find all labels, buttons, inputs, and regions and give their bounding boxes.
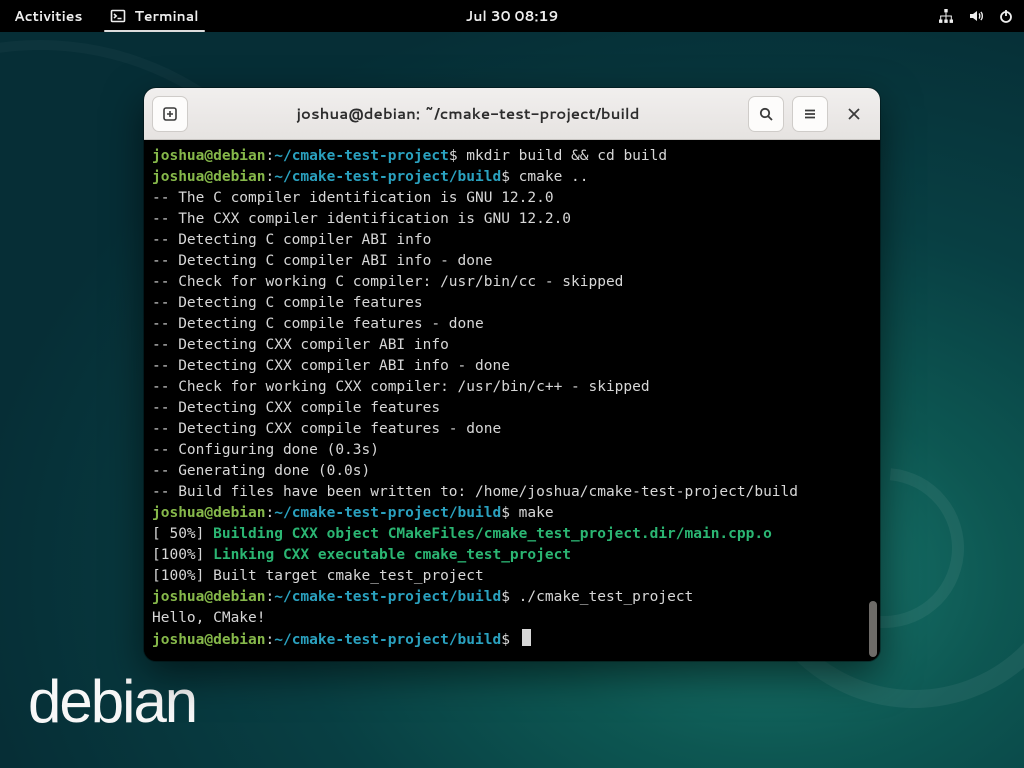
gnome-topbar: Activities Terminal Jul 30 08:19 bbox=[0, 0, 1024, 32]
hamburger-menu-button[interactable] bbox=[792, 96, 828, 132]
network-icon[interactable] bbox=[938, 8, 954, 24]
window-titlebar[interactable]: joshua@debian: ~/cmake-test-project/buil… bbox=[144, 88, 880, 140]
terminal-line: -- Detecting CXX compile features bbox=[146, 398, 878, 419]
terminal-line: [100%] Linking CXX executable cmake_test… bbox=[146, 545, 878, 566]
terminal-line: -- Detecting C compile features bbox=[146, 293, 878, 314]
activities-button[interactable]: Activities bbox=[0, 0, 96, 32]
terminal-line: joshua@debian:~/cmake-test-project/build… bbox=[146, 629, 878, 651]
scrollbar-thumb[interactable] bbox=[869, 601, 877, 657]
terminal-line: -- Generating done (0.0s) bbox=[146, 461, 878, 482]
terminal-line: -- The CXX compiler identification is GN… bbox=[146, 209, 878, 230]
terminal-body[interactable]: joshua@debian:~/cmake-test-project$ mkdi… bbox=[144, 140, 880, 661]
terminal-line: joshua@debian:~/cmake-test-project/build… bbox=[146, 587, 878, 608]
terminal-line: -- Detecting CXX compiler ABI info bbox=[146, 335, 878, 356]
terminal-icon bbox=[110, 8, 126, 24]
terminal-line: -- Check for working C compiler: /usr/bi… bbox=[146, 272, 878, 293]
terminal-line: joshua@debian:~/cmake-test-project/build… bbox=[146, 503, 878, 524]
terminal-window: joshua@debian: ~/cmake-test-project/buil… bbox=[144, 88, 880, 661]
terminal-line: -- Detecting C compiler ABI info bbox=[146, 230, 878, 251]
window-title: joshua@debian: ~/cmake-test-project/buil… bbox=[196, 103, 740, 124]
terminal-line: -- Detecting C compiler ABI info - done bbox=[146, 251, 878, 272]
topbar-app-menu[interactable]: Terminal bbox=[96, 0, 212, 32]
topbar-app-label: Terminal bbox=[134, 6, 198, 26]
terminal-line: -- The C compiler identification is GNU … bbox=[146, 188, 878, 209]
debian-wordmark: debian bbox=[28, 667, 196, 736]
terminal-line: [100%] Built target cmake_test_project bbox=[146, 566, 878, 587]
terminal-line: -- Detecting CXX compile features - done bbox=[146, 419, 878, 440]
new-tab-button[interactable] bbox=[152, 96, 188, 132]
topbar-clock[interactable]: Jul 30 08:19 bbox=[466, 6, 559, 26]
close-button[interactable] bbox=[836, 96, 872, 132]
cursor bbox=[522, 629, 531, 646]
terminal-line: -- Check for working CXX compiler: /usr/… bbox=[146, 377, 878, 398]
terminal-line: Hello, CMake! bbox=[146, 608, 878, 629]
terminal-line: -- Detecting C compile features - done bbox=[146, 314, 878, 335]
terminal-scrollbar[interactable] bbox=[868, 140, 878, 661]
terminal-line: joshua@debian:~/cmake-test-project/build… bbox=[146, 167, 878, 188]
power-icon[interactable] bbox=[998, 8, 1014, 24]
search-button[interactable] bbox=[748, 96, 784, 132]
terminal-line: -- Build files have been written to: /ho… bbox=[146, 482, 878, 503]
terminal-line: joshua@debian:~/cmake-test-project$ mkdi… bbox=[146, 146, 878, 167]
terminal-line: [ 50%] Building CXX object CMakeFiles/cm… bbox=[146, 524, 878, 545]
terminal-line: -- Detecting CXX compiler ABI info - don… bbox=[146, 356, 878, 377]
volume-icon[interactable] bbox=[968, 8, 984, 24]
terminal-line: -- Configuring done (0.3s) bbox=[146, 440, 878, 461]
